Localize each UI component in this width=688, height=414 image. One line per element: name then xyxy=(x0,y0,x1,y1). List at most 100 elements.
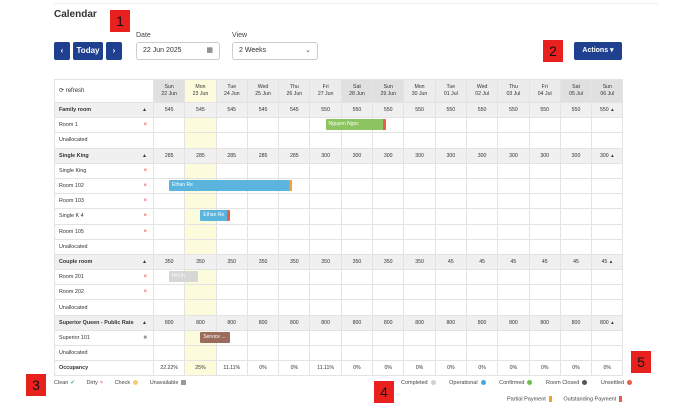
calendar-cell[interactable] xyxy=(278,117,311,134)
dirty-status-icon[interactable]: × xyxy=(143,229,147,235)
calendar-cell[interactable] xyxy=(465,223,499,240)
row-name[interactable]: Room 105 × xyxy=(54,223,154,240)
actions-button[interactable]: Actions ▾ xyxy=(574,42,622,60)
calendar-cell[interactable] xyxy=(246,344,280,362)
calendar-cell[interactable] xyxy=(559,177,593,195)
calendar-cell[interactable] xyxy=(278,132,311,149)
collapse-caret-icon[interactable]: ▲ xyxy=(610,107,614,112)
calendar-cell[interactable] xyxy=(497,223,530,240)
calendar-cell[interactable] xyxy=(340,238,374,255)
calendar-cell[interactable] xyxy=(403,269,436,286)
calendar-cell[interactable] xyxy=(465,132,499,149)
calendar-cell[interactable] xyxy=(497,284,530,301)
calendar-cell[interactable] xyxy=(591,344,624,362)
calendar-cell[interactable] xyxy=(372,329,405,347)
calendar-cell[interactable] xyxy=(434,238,467,255)
calendar-cell[interactable] xyxy=(340,299,374,316)
calendar-cell[interactable] xyxy=(559,193,593,210)
calendar-cell[interactable] xyxy=(497,329,530,347)
booking-bar[interactable]: Hi Lin xyxy=(169,271,199,283)
calendar-cell[interactable] xyxy=(403,132,436,149)
calendar-cell[interactable] xyxy=(528,299,561,316)
row-name[interactable]: Family room ▲ xyxy=(54,101,154,119)
dirty-status-icon[interactable]: × xyxy=(143,122,147,128)
dirty-status-icon[interactable]: × xyxy=(143,213,147,219)
calendar-cell[interactable] xyxy=(403,329,436,347)
calendar-cell[interactable] xyxy=(434,162,467,179)
calendar-cell[interactable] xyxy=(309,284,342,301)
calendar-cell[interactable] xyxy=(215,238,248,255)
calendar-cell[interactable] xyxy=(403,208,436,225)
calendar-cell[interactable] xyxy=(215,117,248,134)
calendar-cell[interactable] xyxy=(215,284,248,301)
calendar-cell[interactable] xyxy=(497,299,530,316)
calendar-cell[interactable] xyxy=(559,269,593,286)
calendar-cell[interactable] xyxy=(184,344,217,362)
calendar-cell[interactable] xyxy=(559,284,593,301)
calendar-cell[interactable] xyxy=(434,193,467,210)
calendar-cell[interactable] xyxy=(278,193,311,210)
calendar-cell[interactable] xyxy=(372,284,405,301)
calendar-cell[interactable] xyxy=(528,193,561,210)
calendar-cell[interactable] xyxy=(309,208,342,225)
calendar-cell[interactable] xyxy=(403,344,436,362)
row-name[interactable]: Single K 4 × xyxy=(54,208,154,225)
dirty-status-icon[interactable]: × xyxy=(143,198,147,204)
calendar-cell[interactable] xyxy=(246,299,280,316)
calendar-cell[interactable] xyxy=(591,177,624,195)
calendar-cell[interactable] xyxy=(403,193,436,210)
calendar-cell[interactable] xyxy=(278,344,311,362)
calendar-cell[interactable] xyxy=(528,284,561,301)
calendar-cell[interactable] xyxy=(372,193,405,210)
calendar-cell[interactable] xyxy=(215,223,248,240)
calendar-cell[interactable] xyxy=(152,344,186,362)
calendar-cell[interactable] xyxy=(559,238,593,255)
calendar-cell[interactable] xyxy=(340,223,374,240)
calendar-cell[interactable] xyxy=(340,208,374,225)
row-name[interactable]: Single King × xyxy=(54,162,154,179)
collapse-caret-icon[interactable]: ▲ xyxy=(610,320,614,325)
calendar-cell[interactable] xyxy=(528,132,561,149)
calendar-cell[interactable] xyxy=(309,329,342,347)
calendar-cell[interactable] xyxy=(278,284,311,301)
calendar-cell[interactable] xyxy=(340,284,374,301)
calendar-cell[interactable] xyxy=(403,284,436,301)
row-name[interactable]: Unallocated xyxy=(54,299,154,316)
calendar-cell[interactable] xyxy=(372,299,405,316)
calendar-cell[interactable] xyxy=(591,284,624,301)
calendar-cell[interactable] xyxy=(591,299,624,316)
collapse-caret-icon[interactable]: ▲ xyxy=(142,259,147,265)
calendar-cell[interactable] xyxy=(215,162,248,179)
calendar-cell[interactable] xyxy=(152,117,186,134)
calendar-cell[interactable] xyxy=(497,162,530,179)
row-name[interactable]: Single King ▲ xyxy=(54,147,154,164)
calendar-cell[interactable] xyxy=(591,162,624,179)
calendar-cell[interactable] xyxy=(528,117,561,134)
calendar-cell[interactable] xyxy=(497,269,530,286)
calendar-cell[interactable] xyxy=(497,238,530,255)
calendar-cell[interactable] xyxy=(434,208,467,225)
calendar-cell[interactable] xyxy=(559,117,593,134)
calendar-cell[interactable] xyxy=(434,177,467,195)
calendar-cell[interactable] xyxy=(246,132,280,149)
unavailable-status-icon[interactable]: ■ xyxy=(143,335,147,341)
calendar-cell[interactable] xyxy=(309,238,342,255)
booking-bar[interactable]: Ethan Re xyxy=(200,210,230,222)
calendar-cell[interactable] xyxy=(465,117,499,134)
calendar-cell[interactable] xyxy=(372,238,405,255)
refresh-button[interactable]: ⟳ refresh xyxy=(54,79,154,103)
calendar-cell[interactable] xyxy=(309,299,342,316)
calendar-cell[interactable] xyxy=(434,284,467,301)
calendar-cell[interactable] xyxy=(434,223,467,240)
calendar-cell[interactable] xyxy=(278,223,311,240)
calendar-cell[interactable] xyxy=(340,269,374,286)
calendar-cell[interactable] xyxy=(246,329,280,347)
calendar-cell[interactable] xyxy=(184,117,217,134)
booking-bar[interactable]: Ethan Re xyxy=(169,180,293,191)
row-name[interactable]: Room 103 × xyxy=(54,193,154,210)
calendar-cell[interactable] xyxy=(184,162,217,179)
calendar-cell[interactable] xyxy=(184,299,217,316)
calendar-cell[interactable] xyxy=(559,208,593,225)
calendar-cell[interactable] xyxy=(246,269,280,286)
calendar-cell[interactable] xyxy=(152,162,186,179)
